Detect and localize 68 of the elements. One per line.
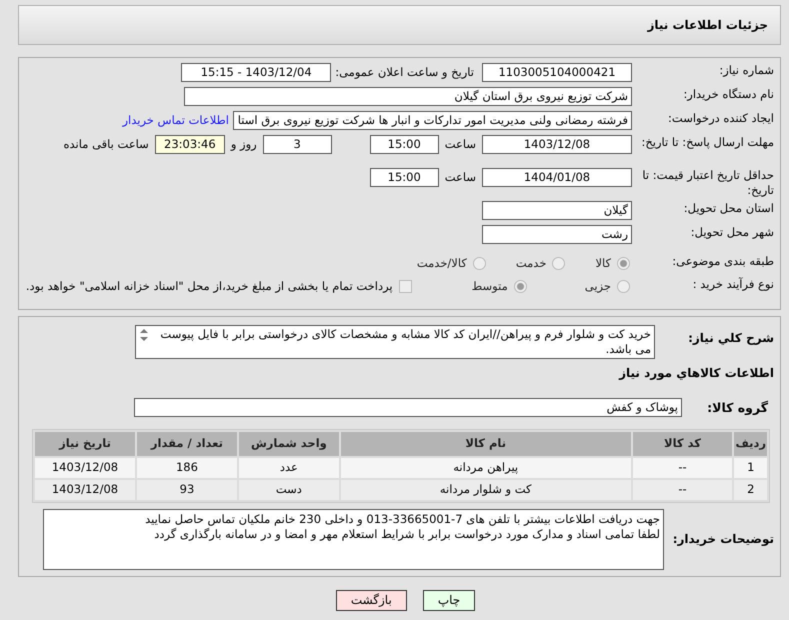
column-header: ردیف <box>734 432 767 456</box>
column-header: تعداد / مقدار <box>136 432 237 456</box>
table-cell: 1403/12/08 <box>35 480 135 500</box>
table-cell: 93 <box>136 480 237 500</box>
date-field: 1403/12/08 <box>482 135 632 154</box>
table-cell: 1 <box>734 458 767 478</box>
scroll-arrows-icon <box>139 328 149 342</box>
field-label: ساعت باقی مانده <box>62 136 150 153</box>
field-label: طبقه بندی موضوعی: <box>671 254 775 269</box>
table-cell: دست <box>238 480 339 500</box>
radio-label: کالا/خدمت <box>416 255 467 272</box>
table-cell: عدد <box>238 458 339 478</box>
radio-button[interactable] <box>552 257 566 270</box>
table-cell: 186 <box>136 458 237 478</box>
province-field: گیلان <box>482 201 632 220</box>
radio-button[interactable] <box>617 257 630 270</box>
back-button[interactable]: بازگشت <box>336 590 407 611</box>
page-title: جزئیات اطلاعات نیاز <box>647 17 768 34</box>
radio-label: کالا <box>595 255 611 272</box>
field-label: نام دستگاه خریدار: <box>682 87 775 102</box>
radio-button[interactable] <box>617 280 630 293</box>
field-label: شماره نیاز: <box>718 63 775 78</box>
date-field: 1404/01/08 <box>482 168 632 187</box>
contact-link[interactable]: اطلاعات تماس خریدار <box>122 111 233 130</box>
field-label: روز و <box>229 136 258 153</box>
days-field: 3 <box>262 135 332 154</box>
field-label: شهر محل تحویل: <box>690 225 775 240</box>
table-cell: کت و شلوار مردانه <box>340 480 631 500</box>
table-cell: -- <box>632 480 732 500</box>
goods-group-field: پوشاک و کفش <box>134 398 682 417</box>
time-field: 15:00 <box>370 135 439 154</box>
time-field: 15:00 <box>370 168 439 187</box>
buyer-field: شرکت توزیع نیروی برق استان گیلان <box>184 87 632 106</box>
field-label: ساعت <box>444 169 477 186</box>
column-header: واحد شمارش <box>238 432 339 456</box>
section-heading: اطلاعات کالاهاي مورد نياز <box>618 365 775 382</box>
field-label: مهلت ارسال پاسخ: تا تاریخ: <box>640 135 775 150</box>
column-header: نام کالا <box>340 432 631 456</box>
field-label: تاریخ و ساعت اعلان عمومی: <box>334 64 475 81</box>
radio-label: جزیی <box>584 278 611 295</box>
city-field: رشت <box>482 225 632 244</box>
field-label: استان محل تحویل: <box>682 201 775 216</box>
radio-label: متوسط <box>472 278 508 295</box>
field-label: ایجاد کننده درخواست: <box>667 111 775 126</box>
remaining-time-field: 23:03:46 <box>154 135 225 154</box>
notes-field: جهت دریافت اطلاعات بیشتر با تلفن های 7-33665001-013 و داخلی 230 خانم ملکیان تماس حاصل نمایید لطفا تمامی اسناد و مدارک مورد درخواست برابر با شرایط استعلام مهر و امضا و در سامانه بارگذاری گردد <box>43 509 664 570</box>
table-cell: 2 <box>734 480 767 500</box>
payment-note: پرداخت تمام یا بخشی از مبلغ خرید،از محل "اسناد خزانه اسلامی" خواهد بود. <box>24 278 394 295</box>
table-cell: 1403/12/08 <box>35 458 135 478</box>
table-cell: -- <box>632 458 732 478</box>
field-label: حداقل تاریخ اعتبار قیمت: تا تاریخ: <box>641 168 775 198</box>
column-header: تاریخ نیاز <box>35 432 135 456</box>
print-button[interactable]: چاپ <box>422 590 476 611</box>
column-header: کد کالا <box>632 432 732 456</box>
creator-field: فرشته رمضانی ولنی مدیریت امور تدارکات و انبار ها شرکت توزیع نیروی برق استا <box>233 111 632 130</box>
field-label: ساعت <box>444 136 477 153</box>
radio-button[interactable] <box>514 280 527 293</box>
field-label: توضیحات خریدار: <box>672 532 775 547</box>
radio-button[interactable] <box>472 257 486 270</box>
table-cell: پیراهن مردانه <box>340 458 631 478</box>
radio-label: خدمت <box>516 255 546 272</box>
field-label: شرح کلي نياز: <box>687 330 775 346</box>
field-label: گروه کالا: <box>706 400 769 415</box>
announce-date-field: 1403/12/04 - 15:15 <box>181 63 332 82</box>
need-number-field: 1103005104000421 <box>482 63 632 82</box>
checkbox[interactable] <box>398 280 412 293</box>
description-field: خرید کت و شلوار فرم و پیراهن//ایران کد کالا مشابه و مشخصات کالای درخواستی برابر با فایل پیوست می باشد. <box>135 325 655 359</box>
field-label: نوع فرآیند خرید : <box>692 277 775 292</box>
